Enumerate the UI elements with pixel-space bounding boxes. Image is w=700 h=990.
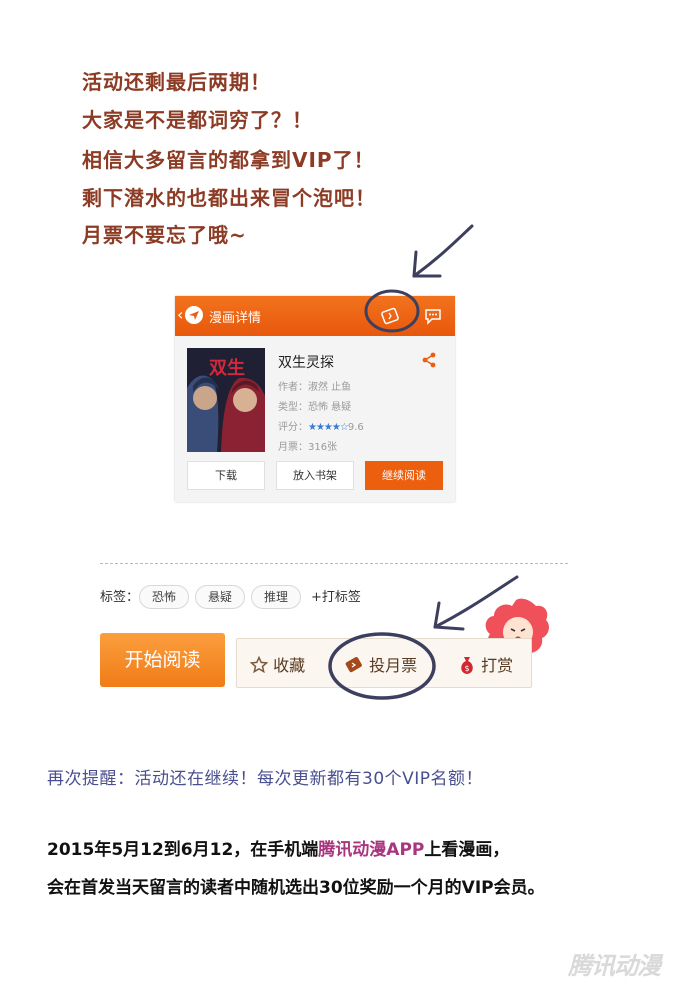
- monthly-label: 月票：: [278, 442, 308, 453]
- watermark-logo: 腾讯动漫: [568, 952, 661, 980]
- rating-value: 9.6: [347, 422, 364, 433]
- continue-reading-button[interactable]: 继续阅读: [365, 461, 443, 490]
- rating-row: 评分：★★★★☆9.6: [278, 418, 364, 433]
- book-title: 双生灵探: [278, 355, 334, 371]
- card-header-title: 漫画详情: [209, 311, 262, 326]
- author-label: 作者：: [278, 382, 308, 393]
- author-value: 淑然 止鱼: [308, 382, 352, 393]
- tag-mystery[interactable]: 推理: [251, 585, 302, 609]
- type-label: 类型：: [278, 402, 308, 413]
- svg-text:双生: 双生: [209, 357, 245, 379]
- reward-button[interactable]: $ 打赏: [458, 652, 513, 676]
- notice-line-2: 大家是不是都词穷了？！: [82, 108, 313, 132]
- back-chevron-icon[interactable]: ‹: [177, 305, 183, 324]
- favorite-label: 收藏: [273, 656, 306, 675]
- event-info-post: 上看漫画，: [424, 840, 510, 860]
- brand-name: 腾讯动漫APP: [318, 840, 425, 860]
- share-icon[interactable]: [421, 352, 437, 372]
- tag-suspense[interactable]: 悬疑: [195, 585, 246, 609]
- money-bag-icon: $: [458, 656, 476, 675]
- rating-stars-icon: ★★★★☆: [308, 422, 349, 433]
- type-value: 恐怖 悬疑: [308, 402, 352, 413]
- event-info-line-2: 会在首发当天留言的读者中随机选出30位奖励一个月的VIP会员。: [47, 878, 545, 898]
- event-info-line-1: 2015年5月12到6月12，在手机端腾讯动漫APP上看漫画，: [47, 835, 509, 860]
- svg-text:$: $: [464, 664, 469, 673]
- send-icon: [185, 306, 203, 324]
- tag-horror[interactable]: 恐怖: [139, 585, 190, 609]
- tags-label: 标签：: [100, 590, 140, 605]
- notice-line-3: 相信大多留言的都拿到VIP了！: [82, 148, 375, 172]
- add-shelf-button[interactable]: 放入书架: [276, 461, 354, 490]
- annotation-arrow-icon: [412, 224, 474, 278]
- notice-line-1: 活动还剩最后两期！: [82, 70, 271, 94]
- dashed-divider: [100, 563, 568, 564]
- event-date: 2015年5月12到6月12，在手机端: [47, 840, 319, 860]
- star-outline-icon: [249, 655, 269, 675]
- monthly-value: 316张: [308, 442, 338, 453]
- reward-label: 打赏: [481, 656, 514, 675]
- annotation-circle-icon: [364, 289, 420, 333]
- author-row: 作者：淑然 止鱼: [278, 378, 351, 393]
- comment-icon[interactable]: [424, 307, 442, 329]
- rating-label: 评分：: [278, 422, 308, 433]
- add-tag-button[interactable]: +打标签: [311, 586, 361, 605]
- notice-line-4: 剩下潜水的也都出来冒个泡吧！: [82, 186, 376, 210]
- favorite-button[interactable]: 收藏: [249, 652, 306, 676]
- comic-detail-card: ‹ 漫画详情 双生 双生灵探 作者：淑然 止鱼 类型：恐怖 悬疑 评分：★★★★…: [175, 289, 455, 502]
- annotation-circle-icon-2: [328, 632, 436, 700]
- type-row: 类型：恐怖 悬疑: [278, 398, 351, 413]
- reminder-text: 再次提醒：活动还在继续！每次更新都有30个VIP名额！: [47, 769, 484, 789]
- download-button[interactable]: 下载: [187, 461, 265, 490]
- monthly-row: 月票：316张: [278, 438, 337, 453]
- comic-cover-image[interactable]: 双生: [187, 348, 265, 452]
- notice-line-5: 月票不要忘了哦~: [82, 223, 247, 247]
- start-reading-button[interactable]: 开始阅读: [100, 633, 225, 687]
